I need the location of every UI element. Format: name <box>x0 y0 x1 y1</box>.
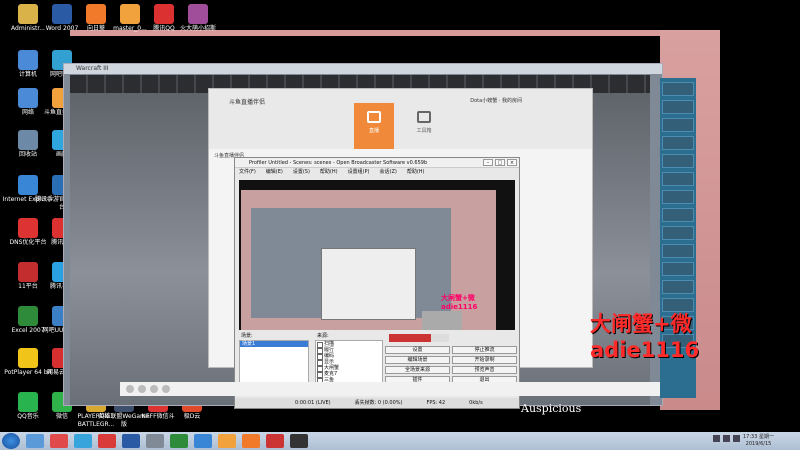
taskbar-app-icon[interactable] <box>122 434 140 448</box>
obs-status-bar: 0:00:01 (LIVE) 丢失帧数: 0 (0.00%) FPS: 42 0… <box>235 398 519 408</box>
play-icon <box>367 111 381 123</box>
taskbar-app-icon[interactable] <box>194 434 212 448</box>
obs-menu-item[interactable]: 帮助(H) <box>320 168 338 176</box>
panel-item[interactable] <box>662 280 694 294</box>
desktop-icon[interactable]: 火大萌小招斯 <box>170 4 226 33</box>
mic-icon[interactable] <box>138 385 146 393</box>
heart-icon[interactable] <box>126 385 134 393</box>
panel-item[interactable] <box>662 154 694 168</box>
obs-menu-item[interactable]: 编辑(E) <box>266 168 283 176</box>
app-icon <box>188 4 208 24</box>
panel-item[interactable] <box>662 100 694 114</box>
briefcase-icon <box>417 111 431 123</box>
status-fps: FPS: 42 <box>426 400 446 406</box>
taskbar-app-icon[interactable] <box>50 434 68 448</box>
obs-window[interactable]: Profiler Untitled - Scenes: scenes - Ope… <box>234 157 520 409</box>
taskbar-app-icon[interactable] <box>290 434 308 448</box>
obs-menu-item[interactable]: 文件(F) <box>239 168 256 176</box>
taskbar-app-icon[interactable] <box>146 434 164 448</box>
tab-toolbox[interactable]: 工具箱 <box>404 103 444 149</box>
taskbar-app-icon[interactable] <box>242 434 260 448</box>
panel-item[interactable] <box>662 190 694 204</box>
obs-button[interactable]: 开始录制 <box>452 356 517 364</box>
clock-time: 17:33 星期一 <box>743 434 774 440</box>
start-button[interactable] <box>2 433 20 449</box>
obs-menu-item[interactable]: 设置组(P) <box>348 168 370 176</box>
obs-button[interactable]: 预览声音 <box>452 366 517 374</box>
status-dropped: 丢失帧数: 0 (0.00%) <box>354 400 403 406</box>
maximize-icon[interactable]: □ <box>495 159 505 166</box>
obs-button-grid: 设置 停止推流 编辑场景 开始录制 全场景来源 预览声音 插件 退出 <box>385 346 517 384</box>
scene-item[interactable]: 场景1 <box>240 341 308 347</box>
douyu-username[interactable]: Dota小螃蟹 <box>470 98 497 104</box>
obs-button[interactable]: 全场景来源 <box>385 366 450 374</box>
taskbar-app-icon[interactable] <box>98 434 116 448</box>
obs-button[interactable]: 停止推流 <box>452 346 517 354</box>
taskbar: 17:33 星期一 2019/6/15 <box>0 432 800 450</box>
obs-button[interactable]: 编辑场景 <box>385 356 450 364</box>
obs-title-bar: Profiler Untitled - Scenes: scenes - Ope… <box>235 158 519 168</box>
desktop-icon-label: 极D云 <box>183 413 201 420</box>
minimize-icon[interactable]: – <box>483 159 493 166</box>
preview-nested-4 <box>422 311 462 330</box>
obs-menu-bar: 文件(F) 编辑(E) 设置(S) 帮助(H) 设置组(P) 会话(Z) 帮助(H) <box>235 168 519 176</box>
status-bitrate: 0kb/s <box>469 400 483 406</box>
status-time: 0:00:01 (LIVE) <box>295 398 331 408</box>
panel-item[interactable] <box>662 226 694 240</box>
desktop-icon-label: 火大萌小招斯 <box>179 25 216 32</box>
taskbar-app-icon[interactable] <box>74 434 92 448</box>
preview-nested-3 <box>321 248 462 330</box>
preview-overlay-text: 大闸蟹+微adie1116 <box>441 294 478 311</box>
taskbar-app-icon[interactable] <box>170 434 188 448</box>
input-method-icon[interactable] <box>733 435 740 442</box>
panel-item[interactable] <box>662 208 694 222</box>
close-icon[interactable]: × <box>507 159 517 166</box>
panel-item[interactable] <box>662 172 694 186</box>
gift-icon[interactable] <box>162 385 170 393</box>
speaker-icon[interactable] <box>150 385 158 393</box>
obs-menu-item[interactable]: 会话(Z) <box>380 168 397 176</box>
clock[interactable]: 17:33 星期一 2019/6/15 <box>743 434 774 448</box>
auspicious-text: Auspicious <box>521 402 582 415</box>
scenes-label: 场景: <box>241 333 253 339</box>
status-live-flag: (LIVE) <box>315 400 331 406</box>
panel-item[interactable] <box>662 82 694 96</box>
panel-item[interactable] <box>662 244 694 258</box>
preview-nested-1: 大闸蟹+微adie1116 <box>241 190 496 330</box>
panel-item[interactable] <box>662 136 694 150</box>
clock-date: 2019/6/15 <box>745 441 772 447</box>
obs-button[interactable]: 设置 <box>385 346 450 354</box>
sources-label: 来源: <box>317 333 329 339</box>
system-tray <box>713 435 740 442</box>
preview-nested-2 <box>251 208 462 330</box>
douyu-user[interactable]: Dota小螃蟹 · 我的房间 <box>470 97 522 104</box>
status-time-value: 0:00:01 <box>295 400 315 406</box>
panel-item[interactable] <box>662 118 694 132</box>
tab-toolbox-label: 工具箱 <box>416 128 432 134</box>
window-title: Warcraft III <box>64 64 662 74</box>
stream-overlay-text: 大闸蟹+微adie1116 <box>590 312 700 362</box>
douyu-room-link[interactable]: 我的房间 <box>502 98 522 104</box>
obs-title: Profiler Untitled - Scenes: scenes - Ope… <box>249 160 428 166</box>
tab-live-label: 直播 <box>368 128 379 134</box>
obs-menu-item[interactable]: 帮助(H) <box>407 168 425 176</box>
panel-item[interactable] <box>662 262 694 276</box>
obs-menu-item[interactable]: 设置(S) <box>293 168 310 176</box>
douyu-header: 斗鱼直播伴侣 Dota小螃蟹 · 我的房间 直播 工具箱 <box>209 89 592 149</box>
douyu-title: 斗鱼直播伴侣 <box>229 99 266 106</box>
volume-icon[interactable] <box>723 435 730 442</box>
taskbar-app-icon[interactable] <box>266 434 284 448</box>
obs-preview: 大闸蟹+微adie1116 <box>239 180 515 330</box>
volume-meter[interactable] <box>389 334 449 342</box>
taskbar-app-icon[interactable] <box>218 434 236 448</box>
network-icon[interactable] <box>713 435 720 442</box>
chat-toolbar <box>120 382 660 396</box>
tab-live[interactable]: 直播 <box>354 103 394 149</box>
taskbar-app-icon[interactable] <box>26 434 44 448</box>
